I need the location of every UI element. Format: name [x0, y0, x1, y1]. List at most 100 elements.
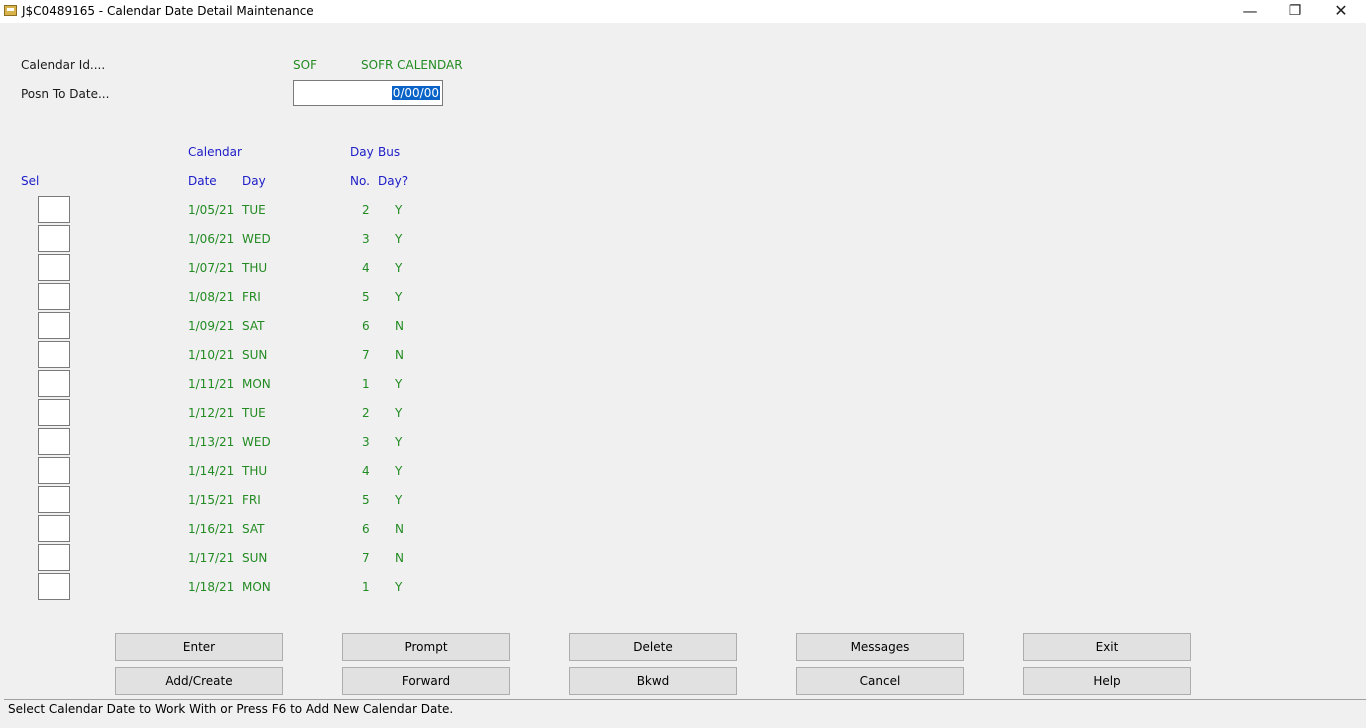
- row-day: THU: [242, 261, 268, 275]
- row-bus-day: Y: [395, 493, 403, 507]
- row-day: WED: [242, 232, 271, 246]
- row-bus-day: Y: [395, 580, 403, 594]
- row-select-input[interactable]: [38, 283, 70, 310]
- row-bus-day: Y: [395, 435, 403, 449]
- row-day: SUN: [242, 348, 268, 362]
- row-bus-day: Y: [395, 290, 403, 304]
- row-select-input[interactable]: [38, 196, 70, 223]
- status-message: Select Calendar Date to Work With or Pre…: [8, 702, 454, 716]
- add-create-button[interactable]: Add/Create: [115, 667, 283, 695]
- row-day-no: 5: [362, 290, 370, 304]
- row-date: 1/17/21: [188, 551, 235, 565]
- row-day: SAT: [242, 319, 265, 333]
- row-day-no: 3: [362, 232, 370, 246]
- row-date: 1/10/21: [188, 348, 235, 362]
- status-bar: Select Calendar Date to Work With or Pre…: [4, 699, 1366, 728]
- row-bus-day: N: [395, 319, 404, 333]
- row-day-no: 5: [362, 493, 370, 507]
- row-bus-day: Y: [395, 406, 403, 420]
- row-day: TUE: [242, 406, 266, 420]
- messages-button[interactable]: Messages: [796, 633, 964, 661]
- row-select-input[interactable]: [38, 399, 70, 426]
- col-day-header: Day: [242, 174, 266, 188]
- row-date: 1/16/21: [188, 522, 235, 536]
- row-select-input[interactable]: [38, 370, 70, 397]
- row-day-no: 7: [362, 551, 370, 565]
- row-date: 1/09/21: [188, 319, 235, 333]
- row-bus-day: Y: [395, 203, 403, 217]
- row-select-input[interactable]: [38, 544, 70, 571]
- row-day-no: 6: [362, 522, 370, 536]
- close-button[interactable]: ✕: [1318, 0, 1364, 23]
- row-day: MON: [242, 377, 271, 391]
- row-select-input[interactable]: [38, 486, 70, 513]
- row-day-no: 6: [362, 319, 370, 333]
- col-sel-header: Sel: [21, 174, 40, 188]
- row-day: MON: [242, 580, 271, 594]
- row-select-input[interactable]: [38, 254, 70, 281]
- row-day: THU: [242, 464, 268, 478]
- col-day-top-header: Day: [350, 145, 374, 159]
- restore-button[interactable]: ❐: [1272, 0, 1318, 23]
- bkwd-button[interactable]: Bkwd: [569, 667, 737, 695]
- row-date: 1/12/21: [188, 406, 235, 420]
- prompt-button[interactable]: Prompt: [342, 633, 510, 661]
- row-day-no: 2: [362, 406, 370, 420]
- posn-to-date-value: 0/00/00: [391, 86, 440, 100]
- row-day-no: 3: [362, 435, 370, 449]
- row-date: 1/07/21: [188, 261, 235, 275]
- row-select-input[interactable]: [38, 515, 70, 542]
- window-title: J$C0489165 - Calendar Date Detail Mainte…: [22, 4, 314, 18]
- row-select-input[interactable]: [38, 428, 70, 455]
- forward-button[interactable]: Forward: [342, 667, 510, 695]
- row-date: 1/18/21: [188, 580, 235, 594]
- delete-button[interactable]: Delete: [569, 633, 737, 661]
- row-select-input[interactable]: [38, 225, 70, 252]
- row-select-input[interactable]: [38, 312, 70, 339]
- row-bus-day: N: [395, 522, 404, 536]
- row-bus-day: Y: [395, 464, 403, 478]
- row-day-no: 1: [362, 377, 370, 391]
- calendar-id-label: Calendar Id....: [21, 58, 106, 72]
- row-day-no: 1: [362, 580, 370, 594]
- calendar-id-value: SOF: [293, 58, 317, 72]
- row-bus-day: N: [395, 551, 404, 565]
- row-select-input[interactable]: [38, 573, 70, 600]
- posn-to-date-input[interactable]: 0/00/00: [293, 80, 443, 106]
- col-bus-top-header: Bus: [378, 145, 401, 159]
- posn-to-date-label: Posn To Date...: [21, 87, 110, 101]
- row-bus-day: N: [395, 348, 404, 362]
- row-day: FRI: [242, 493, 261, 507]
- col-date-header: Date: [188, 174, 217, 188]
- minimize-button[interactable]: —: [1227, 0, 1273, 23]
- row-day: SUN: [242, 551, 268, 565]
- row-select-input[interactable]: [38, 457, 70, 484]
- exit-button[interactable]: Exit: [1023, 633, 1191, 661]
- row-day: WED: [242, 435, 271, 449]
- row-date: 1/06/21: [188, 232, 235, 246]
- row-date: 1/05/21: [188, 203, 235, 217]
- row-day: SAT: [242, 522, 265, 536]
- row-select-input[interactable]: [38, 341, 70, 368]
- row-day-no: 4: [362, 464, 370, 478]
- row-date: 1/15/21: [188, 493, 235, 507]
- col-calendar-header: Calendar: [188, 145, 242, 159]
- cancel-button[interactable]: Cancel: [796, 667, 964, 695]
- row-bus-day: Y: [395, 232, 403, 246]
- row-date: 1/11/21: [188, 377, 235, 391]
- help-button[interactable]: Help: [1023, 667, 1191, 695]
- enter-button[interactable]: Enter: [115, 633, 283, 661]
- row-day: TUE: [242, 203, 266, 217]
- row-day: FRI: [242, 290, 261, 304]
- col-day-no-header: No.: [350, 174, 370, 188]
- row-day-no: 4: [362, 261, 370, 275]
- title-bar: J$C0489165 - Calendar Date Detail Mainte…: [0, 0, 1366, 23]
- row-date: 1/14/21: [188, 464, 235, 478]
- row-day-no: 2: [362, 203, 370, 217]
- row-day-no: 7: [362, 348, 370, 362]
- row-date: 1/13/21: [188, 435, 235, 449]
- col-bus-day-header: Day?: [378, 174, 409, 188]
- app-icon: [4, 5, 17, 16]
- row-bus-day: Y: [395, 261, 403, 275]
- row-bus-day: Y: [395, 377, 403, 391]
